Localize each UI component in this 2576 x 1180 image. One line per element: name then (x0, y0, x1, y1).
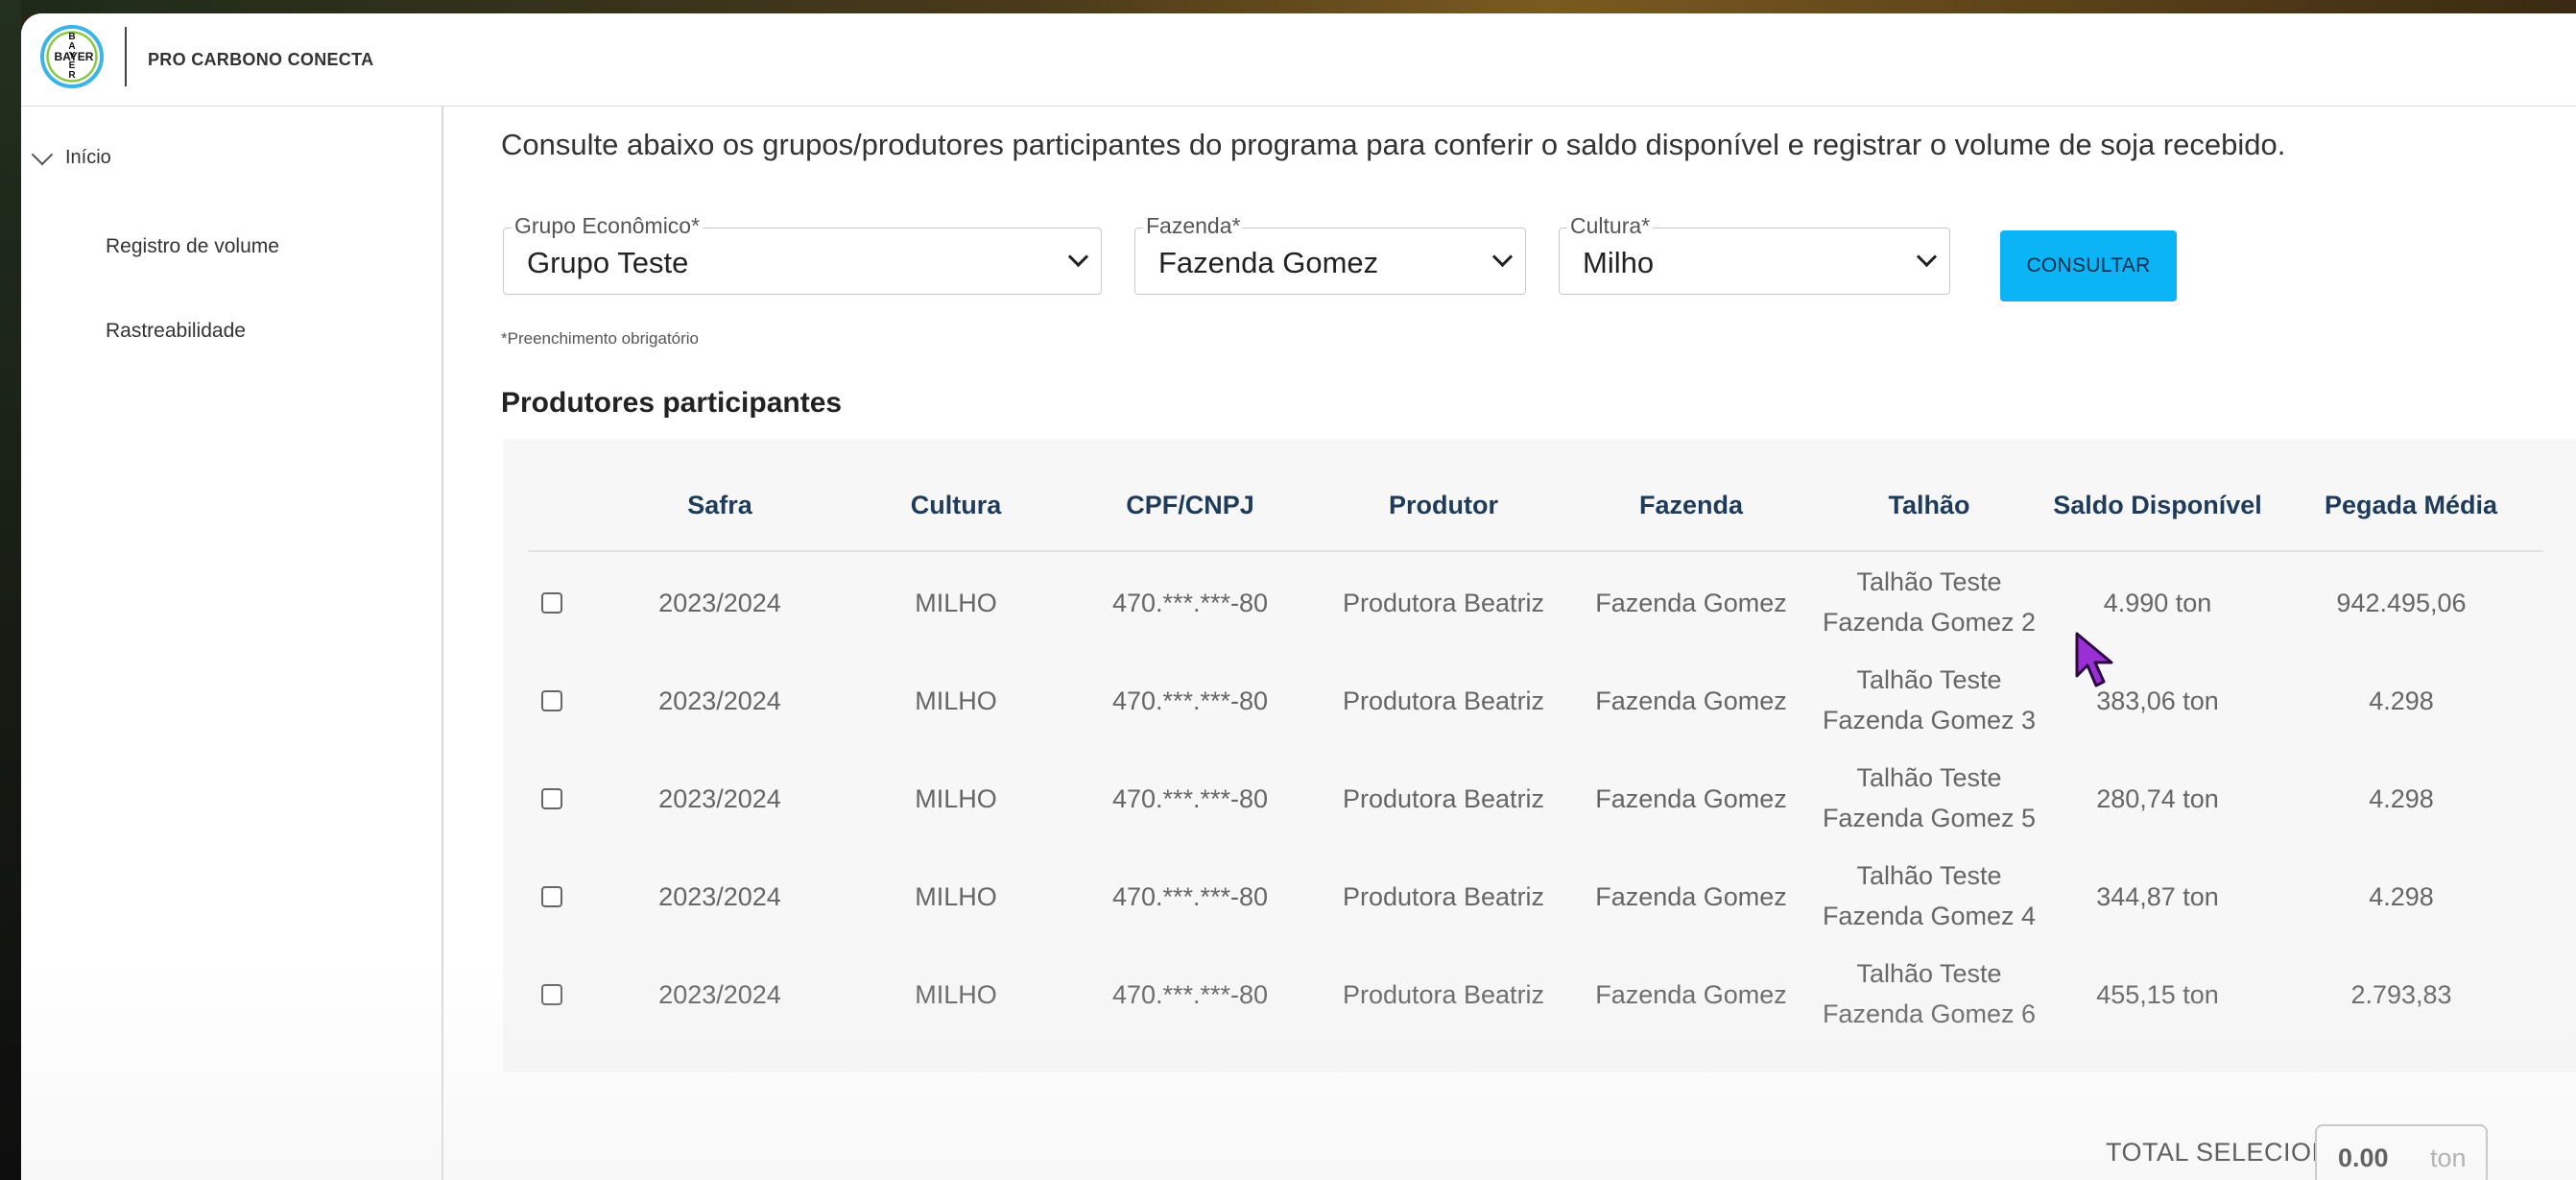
cell-cpf: 470.***.***-80 (1111, 686, 1269, 715)
cell-cultura: MILHO (915, 686, 997, 715)
app-header: BAYER BAYER PRO CARBONO CONECTA (21, 13, 2576, 107)
background-left (0, 0, 21, 1180)
cell-fazenda: Fazenda Gomez (1595, 882, 1787, 911)
cell-saldo: 4.990 ton (2103, 589, 2212, 617)
cell-cultura: MILHO (915, 882, 997, 911)
cell-talhao-line1: Talhão Teste (1856, 567, 2002, 596)
mouse-pointer-icon (2075, 632, 2113, 687)
cell-safra: 2023/2024 (658, 980, 781, 1009)
row-checkbox[interactable] (541, 984, 562, 1005)
table-row[interactable]: 2023/2024 MILHO 470.***.***-80 Produtora… (503, 662, 2576, 759)
column-header-saldo-disponivel[interactable]: Saldo Disponível (2053, 491, 2262, 520)
grupo-economico-value: Grupo Teste (527, 246, 689, 279)
cell-talhao-line1: Talhão Teste (1856, 959, 2002, 988)
grupo-economico-label: Grupo Econômico* (512, 213, 704, 239)
chevron-down-icon (1491, 246, 1514, 268)
row-checkbox[interactable] (541, 886, 562, 907)
cell-cpf: 470.***.***-80 (1111, 980, 1269, 1009)
cultura-value: Milho (1583, 246, 1655, 279)
cell-pegada: 4.298 (2369, 784, 2434, 813)
required-hint: *Preenchimento obrigatório (501, 329, 700, 348)
cell-talhao-line1: Talhão Teste (1856, 665, 2002, 694)
cell-cultura: MILHO (915, 589, 997, 617)
fazenda-label: Fazenda* (1143, 213, 1244, 239)
fazenda-value: Fazenda Gomez (1158, 246, 1379, 279)
intro-text: Consulte abaixo os grupos/produtores par… (501, 128, 2286, 161)
total-selected-field[interactable]: 0.00 ton (2315, 1124, 2488, 1180)
section-title: Produtores participantes (501, 387, 843, 419)
fazenda-select[interactable]: Fazenda* Fazenda Gomez (1134, 213, 1526, 295)
chevron-down-icon (1916, 246, 1938, 268)
cell-talhao-line2: Fazenda Gomez 3 (1822, 706, 2037, 734)
cell-produtor: Produtora Beatriz (1342, 882, 1545, 911)
app-window: BAYER BAYER PRO CARBONO CONECTA Início R… (21, 13, 2576, 1180)
cell-produtor: Produtora Beatriz (1342, 589, 1545, 617)
cell-talhao-line2: Fazenda Gomez 6 (1822, 999, 2037, 1028)
cell-pegada: 4.298 (2369, 686, 2434, 715)
cell-fazenda: Fazenda Gomez (1595, 980, 1787, 1009)
cell-produtor: Produtora Beatriz (1342, 980, 1545, 1009)
sidebar-item-rastreabilidade[interactable]: Rastreabilidade (106, 320, 246, 343)
cell-cpf: 470.***.***-80 (1111, 882, 1269, 911)
cell-cpf: 470.***.***-80 (1111, 784, 1269, 813)
cultura-label: Cultura* (1567, 213, 1654, 239)
cell-fazenda: Fazenda Gomez (1595, 784, 1787, 813)
column-header-safra[interactable]: Safra (687, 491, 752, 520)
sidebar-item-registro-de-volume[interactable]: Registro de volume (106, 235, 279, 258)
logo-horizontal-text: BAYER (54, 50, 94, 63)
column-header-pegada-media[interactable]: Pegada Média (2325, 491, 2497, 520)
total-selected-unit: ton (2430, 1144, 2467, 1172)
cell-talhao-line2: Fazenda Gomez 5 (1822, 804, 2037, 832)
cell-safra: 2023/2024 (658, 882, 781, 911)
total-selected-value: 0.00 (2338, 1144, 2389, 1172)
cultura-select[interactable]: Cultura* Milho (1559, 213, 1950, 295)
cell-pegada: 942.495,06 (2336, 589, 2467, 617)
cell-fazenda: Fazenda Gomez (1595, 686, 1787, 715)
table-header: Safra Cultura CPF/CNPJ Produtor Fazenda … (528, 439, 2543, 552)
header-divider (125, 27, 127, 86)
table-row[interactable]: 2023/2024 MILHO 470.***.***-80 Produtora… (503, 857, 2576, 955)
column-header-talhao[interactable]: Talhão (1888, 491, 1969, 520)
producers-table: Safra Cultura CPF/CNPJ Produtor Fazenda … (503, 439, 2576, 1072)
column-header-fazenda[interactable]: Fazenda (1639, 491, 1743, 520)
cell-cultura: MILHO (915, 980, 997, 1009)
grupo-economico-select[interactable]: Grupo Econômico* Grupo Teste (503, 213, 1102, 295)
sidebar-item-inicio[interactable]: Início (31, 143, 111, 169)
column-header-cultura[interactable]: Cultura (911, 491, 1002, 520)
cell-safra: 2023/2024 (658, 686, 781, 715)
cell-fazenda: Fazenda Gomez (1595, 589, 1787, 617)
sidebar: Início Registro de volume Rastreabilidad… (21, 107, 443, 1180)
table-row[interactable]: 2023/2024 MILHO 470.***.***-80 Produtora… (503, 759, 2576, 857)
cell-saldo: 344,87 ton (2096, 882, 2219, 911)
cell-pegada: 2.793,83 (2350, 980, 2452, 1009)
cell-cpf: 470.***.***-80 (1111, 589, 1269, 617)
bayer-logo-icon[interactable]: BAYER BAYER (40, 25, 104, 88)
row-checkbox[interactable] (541, 592, 562, 614)
table-row[interactable]: 2023/2024 MILHO 470.***.***-80 Produtora… (503, 564, 2576, 662)
main-content: Consulte abaixo os grupos/produtores par… (443, 107, 2576, 1180)
chevron-down-icon (1067, 246, 1089, 268)
cell-talhao-line1: Talhão Teste (1856, 861, 2002, 890)
chevron-down-icon (31, 143, 54, 165)
cell-saldo: 455,15 ton (2096, 980, 2219, 1009)
cell-produtor: Produtora Beatriz (1342, 686, 1545, 715)
row-checkbox[interactable] (541, 690, 562, 711)
table-row[interactable]: 2023/2024 MILHO 470.***.***-80 Produtora… (503, 955, 2576, 1053)
cell-pegada: 4.298 (2369, 882, 2434, 911)
column-header-produtor[interactable]: Produtor (1389, 491, 1498, 520)
cell-talhao-line2: Fazenda Gomez 4 (1822, 902, 2037, 930)
app-title: PRO CARBONO CONECTA (148, 50, 374, 69)
row-checkbox[interactable] (541, 788, 562, 809)
sidebar-item-label: Início (65, 147, 111, 168)
cell-saldo: 280,74 ton (2096, 784, 2219, 813)
consultar-button[interactable]: CONSULTAR (2000, 230, 2177, 301)
column-header-cpf-cnpj[interactable]: CPF/CNPJ (1126, 491, 1254, 520)
cell-cultura: MILHO (915, 784, 997, 813)
cell-talhao-line2: Fazenda Gomez 2 (1822, 608, 2037, 637)
cell-safra: 2023/2024 (658, 589, 781, 617)
cell-produtor: Produtora Beatriz (1342, 784, 1545, 813)
cell-safra: 2023/2024 (658, 784, 781, 813)
cell-talhao-line1: Talhão Teste (1856, 763, 2002, 792)
